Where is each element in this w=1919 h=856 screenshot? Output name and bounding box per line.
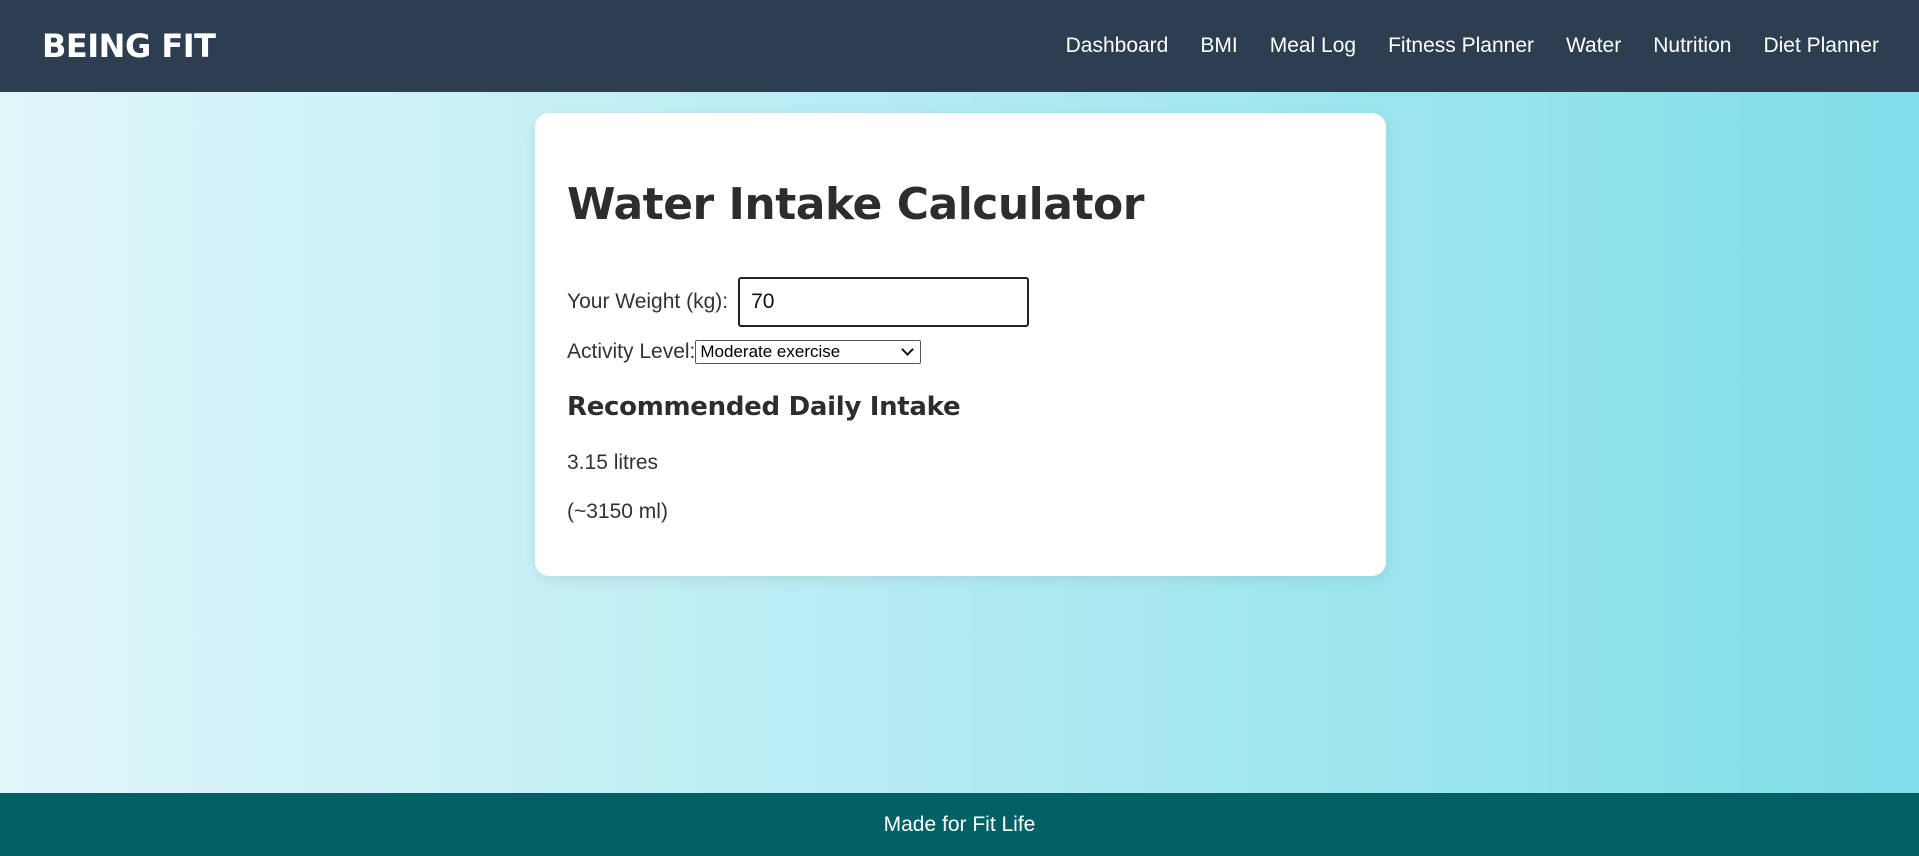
brand-logo[interactable]: BEING FIT — [42, 27, 216, 65]
top-navbar: BEING FIT Dashboard BMI Meal Log Fitness… — [0, 0, 1919, 92]
water-calculator-card: Water Intake Calculator Your Weight (kg)… — [535, 113, 1386, 576]
nav-link-nutrition[interactable]: Nutrition — [1653, 34, 1731, 58]
footer: Made for Fit Life — [0, 793, 1919, 856]
result-litres: 3.15 litres — [567, 451, 659, 474]
nav-link-fitness-planner[interactable]: Fitness Planner — [1388, 34, 1534, 58]
nav-links: Dashboard BMI Meal Log Fitness Planner W… — [1066, 34, 1879, 58]
nav-link-dashboard[interactable]: Dashboard — [1066, 34, 1169, 58]
nav-link-meal-log[interactable]: Meal Log — [1270, 34, 1356, 58]
nav-link-water[interactable]: Water — [1566, 34, 1621, 58]
weight-input[interactable] — [738, 277, 1030, 327]
page-title: Water Intake Calculator — [567, 179, 1144, 230]
result-heading: Recommended Daily Intake — [567, 392, 961, 422]
result-ml: (~3150 ml) — [567, 500, 668, 523]
footer-text: Made for Fit Life — [883, 812, 1036, 836]
weight-row: Your Weight (kg): — [567, 277, 1030, 327]
nav-link-diet-planner[interactable]: Diet Planner — [1763, 34, 1879, 58]
activity-row: Activity Level: Moderate exercise — [567, 340, 922, 364]
activity-level-select[interactable]: Moderate exercise — [695, 340, 922, 364]
weight-label: Your Weight (kg): — [567, 290, 729, 313]
activity-label: Activity Level: — [567, 340, 696, 363]
nav-link-bmi[interactable]: BMI — [1200, 34, 1237, 58]
chevron-down-icon — [901, 343, 915, 356]
activity-selected-value: Moderate exercise — [700, 342, 841, 361]
